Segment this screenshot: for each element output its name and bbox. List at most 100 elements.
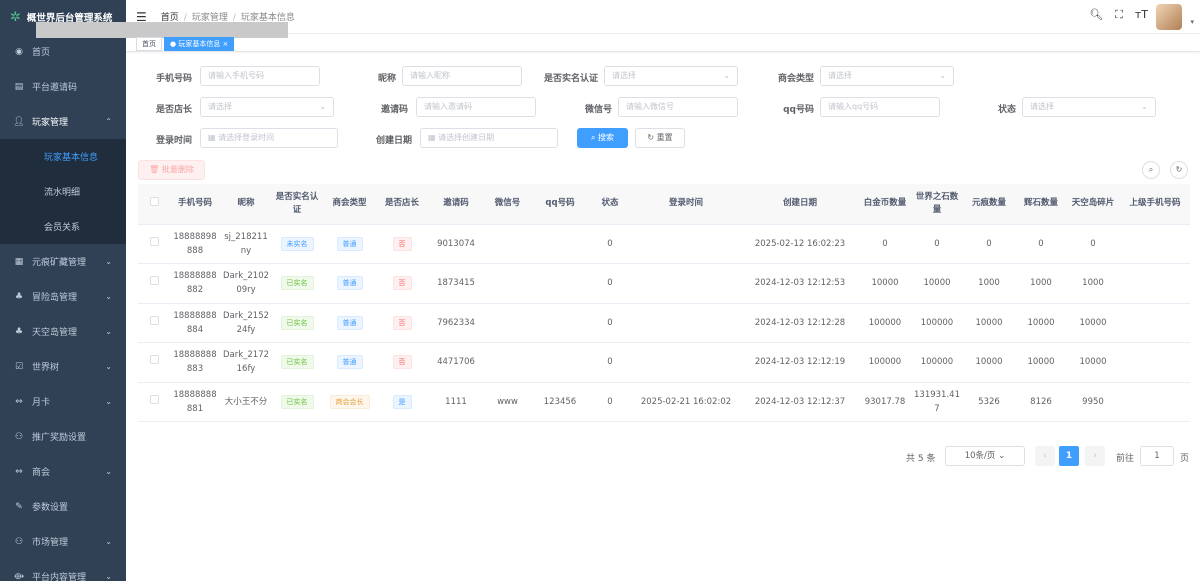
tree-icon: ♣ — [14, 326, 24, 337]
tag-home[interactable]: 首页 — [136, 37, 162, 51]
nickname-input[interactable]: 请输入昵称 — [402, 66, 522, 86]
batch-delete-button[interactable]: 🗑︎ 批量删除 — [138, 160, 205, 180]
sidebar-item-10[interactable]: ✎ 参数设置 — [0, 489, 126, 524]
sidebar-item-0[interactable]: ◉ 首页 — [0, 34, 126, 69]
refresh-table-icon[interactable]: ↻ — [1170, 161, 1188, 179]
prev-page-button[interactable]: ‹ — [1035, 446, 1055, 466]
sidebar-item-2[interactable]: 👤︎ 玩家管理 ⌃ — [0, 104, 126, 139]
sidebar-item-7[interactable]: ⇔ 月卡 ⌄ — [0, 384, 126, 419]
sidebar-item-label: 首页 — [32, 48, 51, 58]
realname-select[interactable]: 请选择 ⌄ — [604, 66, 738, 86]
column-header: 商会类型 — [322, 184, 377, 225]
navbar-actions: 🔍︎ ⛶ тT — [1089, 8, 1148, 22]
search-button[interactable]: ⌕ 搜索 — [577, 128, 628, 148]
status-select[interactable]: 请选择 ⌄ — [1022, 97, 1156, 117]
sidebar-item-3[interactable]: ▦ 元痕矿藏管理 ⌄ — [0, 244, 126, 279]
submenu-item-2[interactable]: 会员关系 — [0, 209, 126, 244]
table-row[interactable]: 18888898888 sj_218211ny 未实名 普通否 9013074 0 2025… — [138, 224, 1190, 264]
cell-created: 2024-12-03 12:12:28 — [742, 303, 858, 343]
table-row[interactable]: 18888888881 大小王不分 已实名 商会会长是 1111 www 123456 0 20… — [138, 382, 1190, 422]
column-header: 是否店长 — [377, 184, 427, 225]
tag-player-info[interactable]: ● 玩家基本信息 × — [164, 37, 235, 51]
cell-real: 已实名 — [272, 263, 322, 304]
cell-phone: 18888888882 — [170, 263, 220, 304]
chevron-down-icon: ⌄ — [319, 102, 326, 111]
row-checkbox[interactable] — [149, 276, 159, 286]
guild-type-select[interactable]: 请选择 ⌄ — [820, 66, 954, 86]
cell-guild: 商会会长 — [322, 382, 377, 422]
search-icon[interactable]: 🔍︎ — [1089, 8, 1103, 22]
table-row[interactable]: 18888888882 Dark_210209ry 已实名 普通 否 1873415 0 20… — [138, 263, 1190, 304]
page-size-select[interactable]: 10条/页 ⌄ — [945, 446, 1025, 466]
column-header: 是否实名认证 — [272, 184, 322, 225]
toggle-search-icon[interactable]: ⌕ — [1142, 161, 1160, 179]
cell-guild: 普通 — [322, 224, 377, 264]
column-header: 上级手机号码 — [1120, 184, 1190, 225]
real-tag: 已实名 — [280, 276, 314, 291]
cell-platinum: 93017.78 — [858, 382, 912, 422]
cell-real: 已实名 — [272, 303, 322, 343]
goto-page-input[interactable]: 1 — [1140, 446, 1174, 466]
user-icon: 👤︎ — [13, 116, 25, 127]
avatar[interactable] — [1156, 4, 1182, 30]
batch-delete-label: 批量删除 — [161, 165, 194, 174]
row-checkbox[interactable] — [149, 315, 159, 325]
cell-nick: Dark_215224fy — [220, 303, 272, 343]
sidebar-item-label: 月卡 — [32, 398, 51, 408]
created-date-picker[interactable]: ▦ 请选择创建日期 — [420, 128, 558, 148]
sidebar-item-4[interactable]: ♣ 冒险岛管理 ⌄ — [0, 279, 126, 314]
sidebar-item-label: 商会 — [32, 468, 51, 478]
sidebar-item-12[interactable]: ⟴ 平台内容管理 ⌄ — [0, 559, 126, 581]
wechat-input[interactable]: 请输入微信号 — [618, 97, 738, 117]
table-row[interactable]: 18888888884 Dark_215224fy 已实名 普通 否 7962334 0 20… — [138, 303, 1190, 343]
submenu-item-1[interactable]: 流水明细 — [0, 174, 126, 209]
caret-down-icon[interactable]: ▾ — [1190, 18, 1194, 26]
cell-stone: 131931.417 — [912, 382, 962, 422]
phone-label: 手机号码 — [155, 74, 192, 84]
select-all-checkbox[interactable] — [149, 196, 159, 206]
invite-label: 邀请码 — [380, 105, 408, 115]
created-placeholder: 请选择创建日期 — [438, 133, 495, 142]
sidebar-item-11[interactable]: ⚇ 市场管理 ⌄ — [0, 524, 126, 559]
sidebar-item-1[interactable]: ▤ 平台邀请码 — [0, 69, 126, 104]
cell-owner: 否 — [377, 303, 427, 343]
reset-button[interactable]: ↻ 重置 — [635, 128, 685, 148]
sidebar-item-6[interactable]: ☑ 世界树 ⌄ — [0, 349, 126, 384]
invite-input[interactable]: 请输入邀请码 — [416, 97, 536, 117]
table-row[interactable]: 18888888883 Dark_217216fy 已实名 普通 否 4471706 0 20… — [138, 342, 1190, 383]
chevron-up-icon: ⌃ — [105, 117, 112, 126]
row-checkbox[interactable] — [149, 355, 159, 365]
submenu-item-0[interactable]: 玩家基本信息 — [0, 139, 126, 174]
shopowner-select[interactable]: 请选择 ⌄ — [200, 97, 334, 117]
chevron-down-icon: ⌄ — [939, 71, 946, 80]
qq-input[interactable]: 请输入qq号码 — [820, 97, 940, 117]
sidebar-item-8[interactable]: ⚇ 推广奖励设置 — [0, 419, 126, 454]
sidebar-item-5[interactable]: ♣ 天空岛管理 ⌄ — [0, 314, 126, 349]
cell-login — [630, 224, 742, 264]
fullscreen-icon[interactable]: ⛶ — [1115, 8, 1123, 22]
page-1-button[interactable]: 1 — [1059, 446, 1079, 466]
nickname-label: 昵称 — [377, 74, 396, 84]
owner-tag: 否 — [392, 355, 412, 370]
sidebar: ✲ 概世界后台管理系统 ◉ 首页 ▤ 平台邀请码 👤︎ 玩家管理 ⌃ 玩家基本信息 流水明细 会员关… — [0, 0, 126, 581]
cell-owner: 否 — [377, 342, 427, 383]
row-select-cell — [138, 263, 170, 304]
cell-qq — [530, 303, 590, 343]
login-time-picker[interactable]: ▦ 请选择登录时间 — [200, 128, 338, 148]
cell-status: 0 — [590, 342, 630, 383]
cell-invite: 7962334 — [427, 303, 485, 343]
cell-yuanhen: 1000 — [962, 263, 1016, 304]
sidebar-item-label: 平台内容管理 — [32, 573, 87, 581]
column-header[interactable] — [138, 184, 170, 225]
sidebar-menu: ◉ 首页 ▤ 平台邀请码 👤︎ 玩家管理 ⌃ 玩家基本信息 流水明细 会员关系 ▦ 元痕矿藏管理 ⌄ ♣ 冒… — [0, 34, 126, 581]
row-checkbox[interactable] — [149, 236, 159, 246]
next-page-button[interactable]: › — [1085, 446, 1105, 466]
font-size-icon[interactable]: тT — [1135, 8, 1148, 22]
row-checkbox[interactable] — [149, 394, 159, 404]
phone-input[interactable]: 请输入手机号码 — [200, 66, 320, 86]
sidebar-item-label: 平台邀请码 — [32, 83, 78, 93]
search-icon: ⌕ — [590, 133, 599, 142]
cell-real: 已实名 — [272, 382, 322, 422]
guild-tag: 普通 — [336, 236, 363, 251]
sidebar-item-9[interactable]: ⇔ 商会 ⌄ — [0, 454, 126, 489]
